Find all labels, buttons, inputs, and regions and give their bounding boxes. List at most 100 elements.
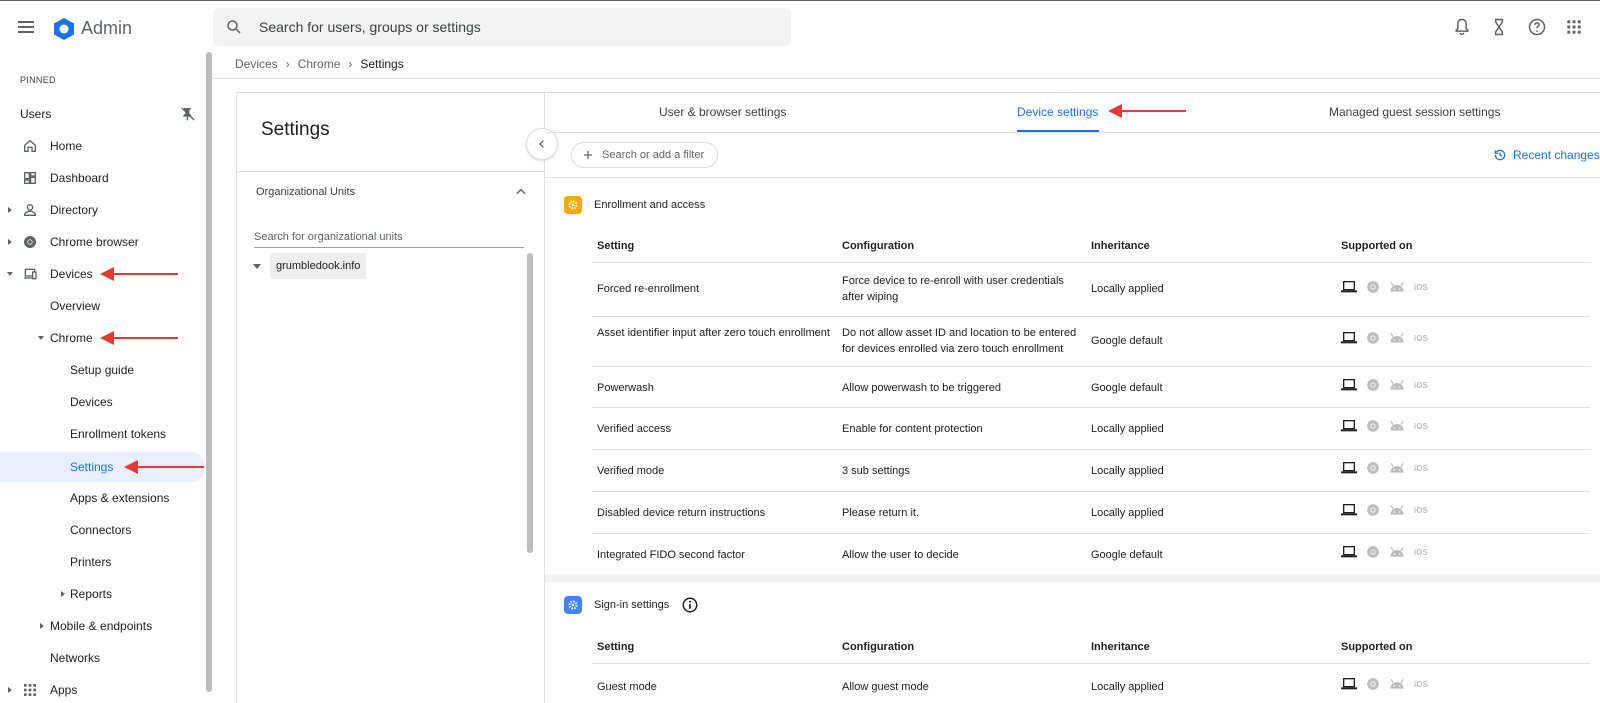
android-icon: [1390, 462, 1404, 473]
sidebar-item-dashboard[interactable]: Dashboard: [0, 164, 205, 192]
chevron-right-icon: ›: [285, 57, 290, 71]
menu-icon[interactable]: [18, 16, 40, 38]
sidebar-item-directory[interactable]: Directory: [0, 196, 205, 224]
apps-grid-icon[interactable]: [1564, 17, 1584, 37]
org-unit-name[interactable]: grumbledook.info: [270, 253, 367, 279]
column-header-setting: Setting: [597, 641, 635, 653]
sidebar-item-label: Chrome browser: [50, 235, 139, 249]
filter-chip[interactable]: Search or add a filter: [571, 142, 718, 168]
global-search[interactable]: [213, 8, 791, 46]
setting-configuration: Allow the user to decide: [842, 549, 959, 561]
dashboard-icon: [24, 172, 36, 184]
setting-configuration: Allow guest mode: [842, 681, 929, 693]
expand-arrow-icon[interactable]: [61, 591, 65, 597]
expand-arrow-icon[interactable]: [40, 623, 44, 629]
org-units-scrollbar[interactable]: [527, 253, 533, 553]
setting-name[interactable]: Disabled device return instructions: [597, 505, 832, 521]
breadcrumb-devices[interactable]: Devices: [235, 57, 278, 71]
expand-arrow-icon[interactable]: [8, 239, 12, 245]
org-units-search-input[interactable]: [254, 226, 524, 248]
collapse-arrow-icon[interactable]: [253, 263, 261, 269]
search-icon: [227, 20, 241, 34]
setting-configuration: Enable for content protection: [842, 423, 983, 435]
ios-icon: iOS: [1414, 547, 1428, 557]
sidebar-item-chrome-devices[interactable]: Devices: [0, 388, 205, 416]
divider: [592, 262, 1590, 263]
sidebar-item-chrome-browser[interactable]: Chrome browser: [0, 228, 205, 256]
sidebar-item-label: Directory: [50, 203, 99, 217]
supported-platforms: iOS: [1341, 280, 1428, 294]
org-units-label: Organizational Units: [256, 186, 356, 198]
laptop-icon: [1341, 546, 1357, 558]
breadcrumb-chrome[interactable]: Chrome: [298, 57, 341, 71]
chrome-os-icon: [1367, 462, 1379, 474]
info-icon[interactable]: [681, 596, 699, 614]
sidebar-item-label: Apps & extensions: [70, 491, 170, 505]
sidebar-item-setup-guide[interactable]: Setup guide: [0, 356, 205, 384]
help-icon[interactable]: [1527, 17, 1547, 37]
section-header-enrollment[interactable]: Enrollment and access: [564, 196, 705, 214]
sidebar-item-mobile-endpoints[interactable]: Mobile & endpoints: [0, 612, 205, 640]
setting-name[interactable]: Forced re-enrollment: [597, 281, 832, 297]
column-header-supported-on: Supported on: [1341, 240, 1413, 252]
sidebar-item-enrollment-tokens[interactable]: Enrollment tokens: [0, 420, 205, 448]
sidebar-item-home[interactable]: Home: [0, 132, 205, 160]
setting-name[interactable]: Powerwash: [597, 380, 832, 396]
laptop-icon: [1341, 504, 1357, 516]
sidebar-item-label: Apps: [50, 683, 78, 697]
sidebar-item-users[interactable]: Users: [0, 100, 205, 128]
app-title: Admin: [81, 18, 133, 38]
recent-changes-link[interactable]: Recent changes: [1493, 148, 1600, 162]
sidebar-item-networks[interactable]: Networks: [0, 644, 205, 672]
column-header-setting: Setting: [597, 240, 635, 252]
chrome-os-icon: [1367, 420, 1379, 432]
sidebar-item-apps-extensions[interactable]: Apps & extensions: [0, 484, 205, 512]
settings-gear-icon: [564, 196, 582, 214]
setting-inheritance: Locally applied: [1091, 507, 1164, 519]
laptop-icon: [1341, 332, 1357, 344]
setting-configuration: 3 sub settings: [842, 465, 910, 477]
setting-name[interactable]: Verified access: [597, 421, 832, 437]
setting-name[interactable]: Guest mode: [597, 679, 832, 695]
divider: [592, 449, 1590, 450]
setting-configuration: Do not allow asset ID and location to be…: [842, 327, 1077, 355]
setting-name[interactable]: Asset identifier input after zero touch …: [597, 325, 832, 341]
chrome-icon: [24, 236, 36, 248]
section-header-sign-in[interactable]: Sign-in settings: [564, 596, 699, 614]
hourglass-icon[interactable]: [1489, 17, 1509, 37]
supported-platforms: iOS: [1341, 503, 1428, 517]
org-unit-root[interactable]: grumbledook.info: [253, 253, 367, 279]
android-icon: [1390, 420, 1404, 431]
sidebar-item-reports[interactable]: Reports: [0, 580, 205, 608]
collapse-arrow-icon[interactable]: [38, 336, 44, 340]
setting-inheritance: Google default: [1091, 382, 1163, 394]
expand-arrow-icon[interactable]: [8, 687, 12, 693]
tab-user-browser-settings[interactable]: User & browser settings: [659, 105, 786, 119]
sidebar-item-overview[interactable]: Overview: [0, 292, 205, 320]
column-header-configuration: Configuration: [842, 641, 915, 653]
page-title: Settings: [261, 119, 330, 140]
sidebar-scrollbar[interactable]: [206, 52, 212, 692]
bell-icon[interactable]: [1452, 17, 1472, 37]
tab-managed-guest-session[interactable]: Managed guest session settings: [1329, 105, 1500, 119]
chevron-up-icon[interactable]: [514, 185, 528, 199]
collapse-arrow-icon[interactable]: [7, 272, 13, 276]
history-icon: [1494, 149, 1506, 161]
sidebar-item-apps[interactable]: Apps: [0, 676, 205, 703]
column-header-supported-on: Supported on: [1341, 641, 1413, 653]
sidebar-item-label: Mobile & endpoints: [50, 619, 153, 633]
sidebar-item-connectors[interactable]: Connectors: [0, 516, 205, 544]
tab-device-settings[interactable]: Device settings: [1017, 105, 1098, 119]
settings-gear-icon: [564, 596, 582, 614]
global-search-input[interactable]: [259, 16, 759, 38]
chevron-right-icon: ›: [348, 57, 353, 71]
unpin-icon[interactable]: [180, 106, 196, 122]
setting-name[interactable]: Integrated FIDO second factor: [597, 547, 832, 563]
setting-inheritance: Locally applied: [1091, 465, 1164, 477]
expand-arrow-icon[interactable]: [8, 207, 12, 213]
sidebar-item-printers[interactable]: Printers: [0, 548, 205, 576]
setting-name[interactable]: Verified mode: [597, 463, 832, 479]
divider: [213, 78, 1600, 79]
admin-logo-icon[interactable]: [52, 17, 76, 41]
ios-icon: iOS: [1414, 421, 1428, 431]
